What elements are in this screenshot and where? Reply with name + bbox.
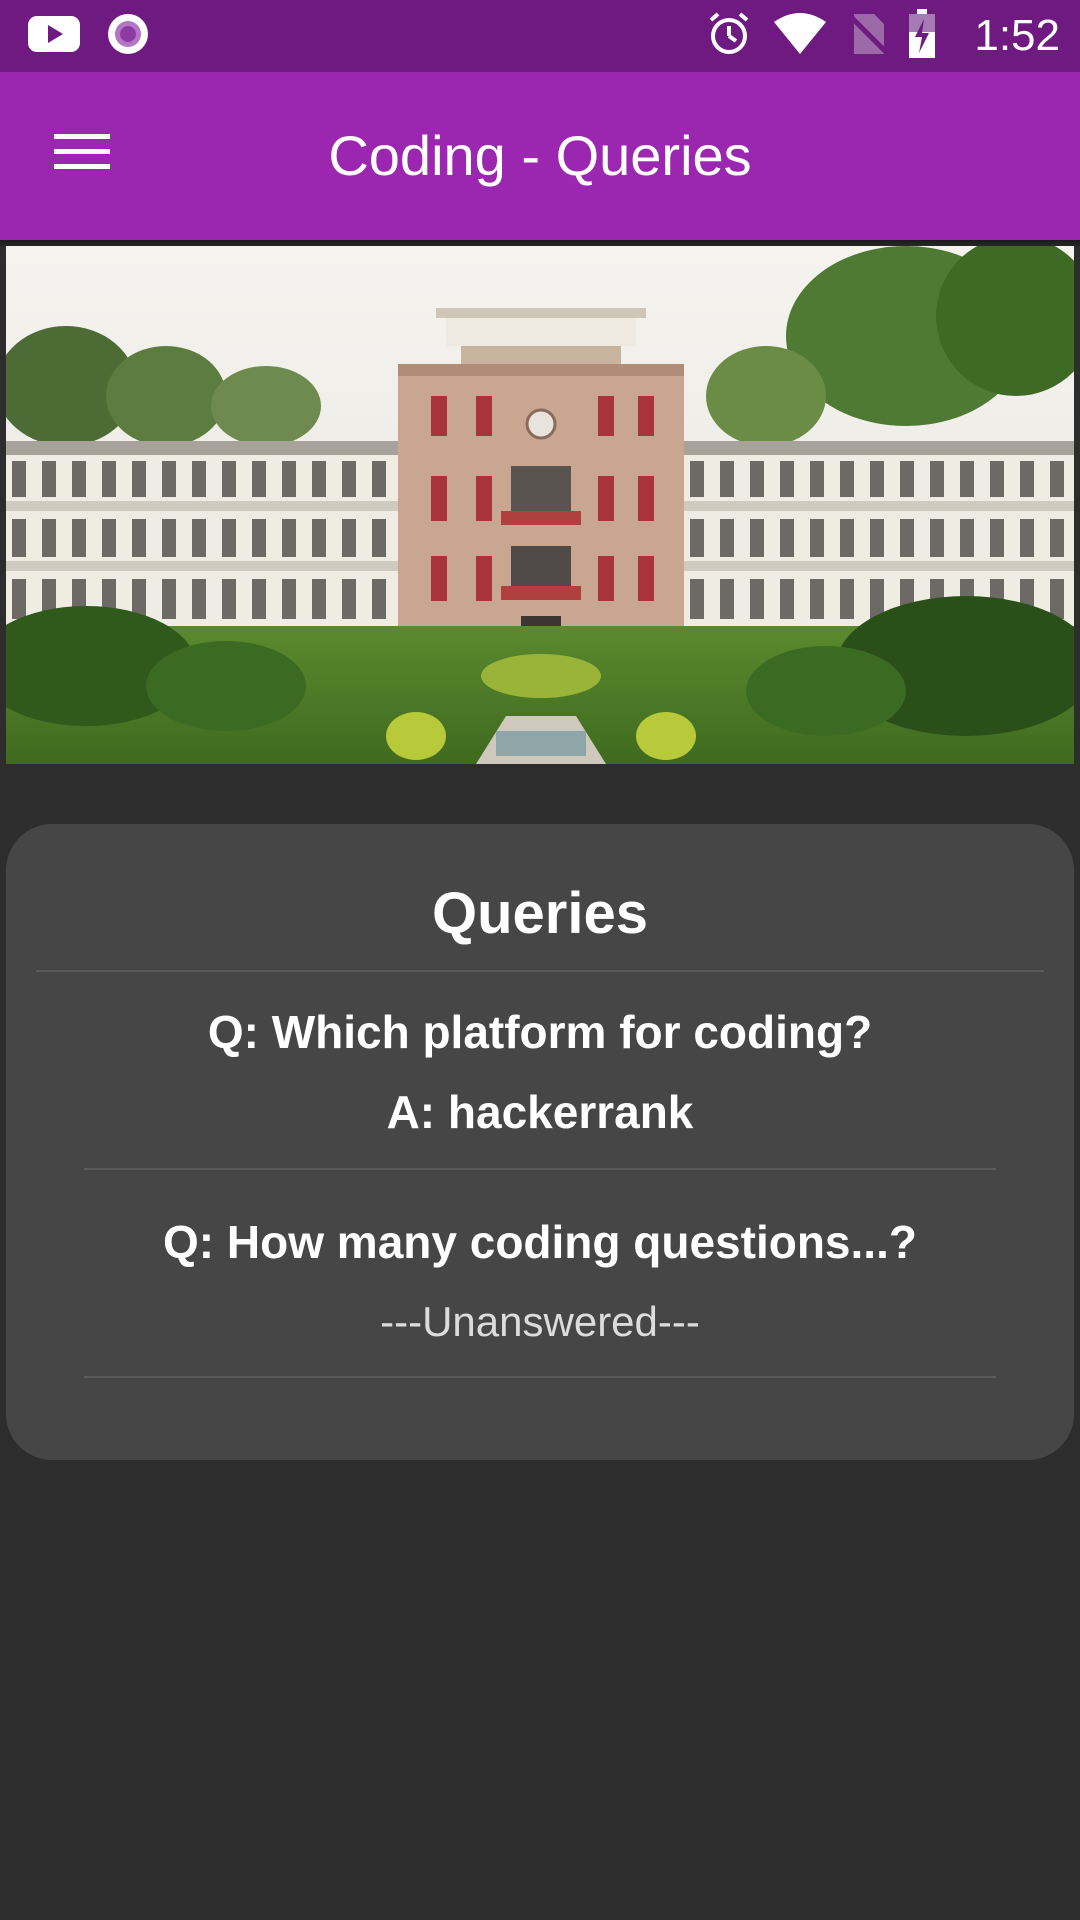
status-bar: 1:52 [0, 0, 1080, 72]
college-building-photo [6, 246, 1074, 764]
answer-text: A: hackerrank [386, 1086, 694, 1138]
item-divider [84, 1376, 996, 1378]
item-divider [84, 1168, 996, 1170]
app-bar: Coding - Queries [0, 72, 1080, 240]
question-text: Q: How many coding questions...? [163, 1216, 917, 1268]
unanswered-text: ---Unanswered--- [380, 1298, 700, 1345]
alarm-icon [706, 11, 752, 62]
list-item[interactable]: Q: How many coding questions...? ---Unan… [6, 1202, 1074, 1378]
list-item[interactable]: Q: Which platform for coding? A: hackerr… [6, 992, 1074, 1170]
card-title: Queries [432, 881, 648, 946]
wifi-icon [772, 12, 828, 61]
status-time: 1:52 [974, 11, 1060, 60]
hero-image [6, 246, 1074, 764]
card-title-divider [36, 970, 1044, 972]
page-title: Coding - Queries [328, 124, 752, 187]
podcast-icon [106, 12, 150, 61]
queries-card: Queries Q: Which platform for coding? A:… [6, 824, 1074, 1460]
battery-charging-icon [908, 8, 936, 64]
status-left-icons [28, 12, 150, 61]
no-sim-icon [848, 12, 889, 61]
status-right-icons: 1:52 [706, 8, 1060, 64]
question-text: Q: Which platform for coding? [207, 1006, 873, 1058]
youtube-icon [28, 14, 80, 59]
